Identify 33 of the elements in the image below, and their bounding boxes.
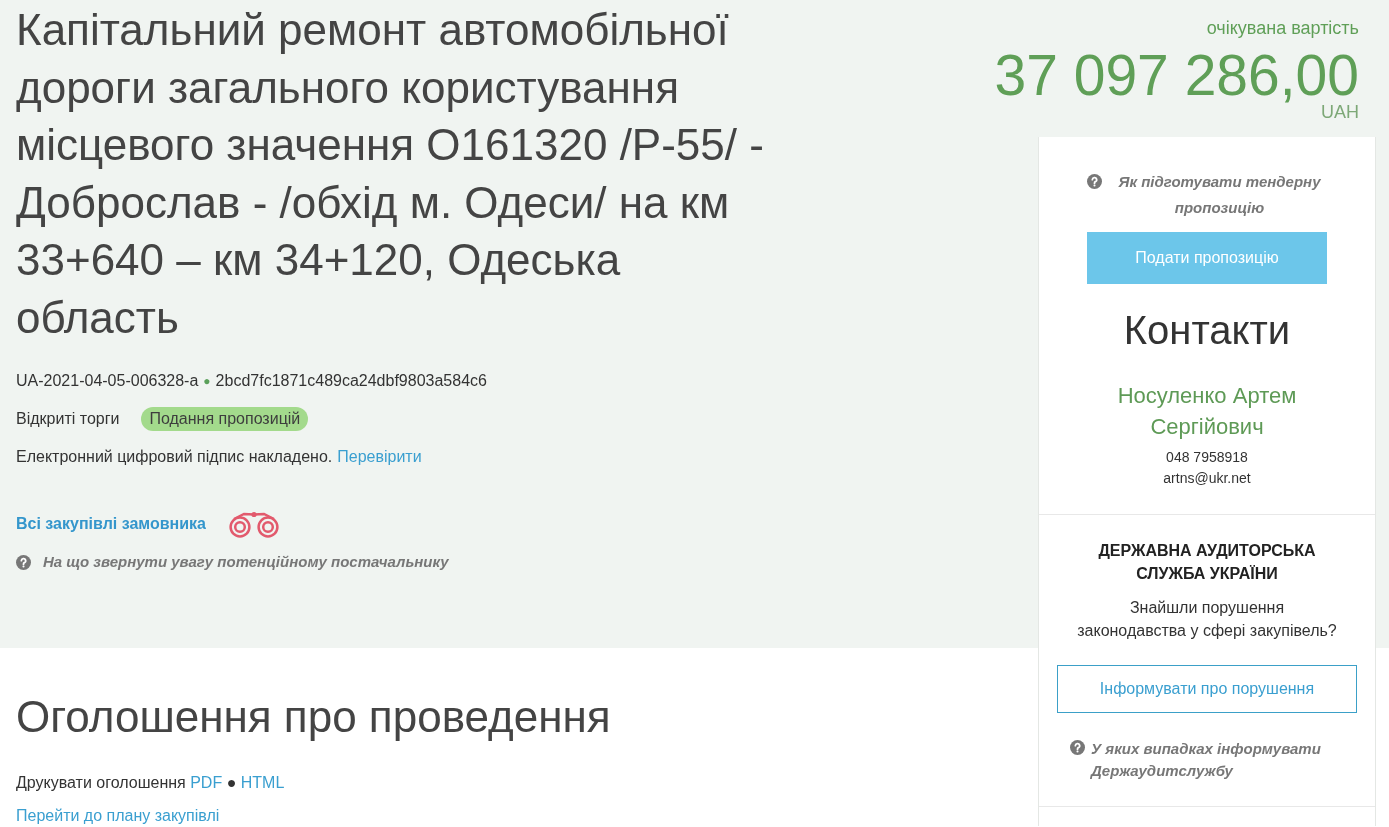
help-icon (1070, 740, 1085, 755)
price-label: очікувана вартість (1205, 17, 1359, 40)
procurement-plan-link[interactable]: Перейти до плану закупівлі (16, 806, 220, 824)
signature-text: Електронний цифровий підпис накладено. (16, 447, 333, 467)
print-format-link[interactable]: HTML (240, 773, 285, 791)
report-violation-button[interactable]: Інформувати про порушення (1057, 665, 1357, 713)
buyer-procurements-link[interactable]: Всі закупівлі замовника (16, 512, 206, 536)
currency-label: UAH (1321, 102, 1359, 123)
price-amount: 37 097 286,00 (994, 47, 1359, 103)
section-heading: Оголошення про проведення (16, 691, 612, 743)
procedure-type: Відкриті торги (16, 409, 120, 429)
verify-link[interactable]: Перевірити (337, 445, 422, 469)
contact-phone: 048 7958918 (1165, 448, 1249, 467)
contact-email: artns@ukr.net (1162, 469, 1252, 488)
help-link[interactable]: На що звернути увагу потенційному постачальнику (43, 550, 449, 574)
binoculars-icon[interactable] (227, 510, 280, 538)
print-label: Друкувати оголошення (16, 773, 186, 791)
tender-title: Капітальний ремонт автомобільної дороги загального користування місцевого значення О161320 /Р-55/ - Доброслав - /обхід м. Одеси/ на км 33+640 – км 34+120, Одеська область (16, 4, 765, 344)
tender-id: UA-2021-04-05-006328-a (16, 371, 199, 391)
audit-question: Знайшли порушення законодавства у сфері закупівель? (1076, 598, 1338, 641)
help-link[interactable]: Як підготувати тендерну пропозицію (1112, 169, 1327, 221)
audit-service-title: ДЕРЖАВНА АУДИТОРСЬКА СЛУЖБА УКРАЇНИ (1097, 541, 1317, 584)
contacts-heading: Контакти (1122, 307, 1292, 354)
status-badge: Подання пропозицій (141, 407, 309, 431)
help-link[interactable]: У яких випадках інформувати Держаудитслужбу (1091, 738, 1357, 782)
contact-name: Носуленко Артем Сергійович (1116, 382, 1298, 441)
tender-hash: 2bcd7fc1871c489ca24dbf9803a584c6 (215, 371, 487, 391)
help-icon (1087, 174, 1102, 189)
print-format-link[interactable]: PDF (190, 773, 223, 791)
bullet-separator: ● (203, 373, 211, 390)
bullet-separator: ● (226, 773, 237, 791)
help-icon (16, 554, 31, 570)
submit-proposal-button[interactable]: Подати пропозицію (1087, 232, 1327, 284)
